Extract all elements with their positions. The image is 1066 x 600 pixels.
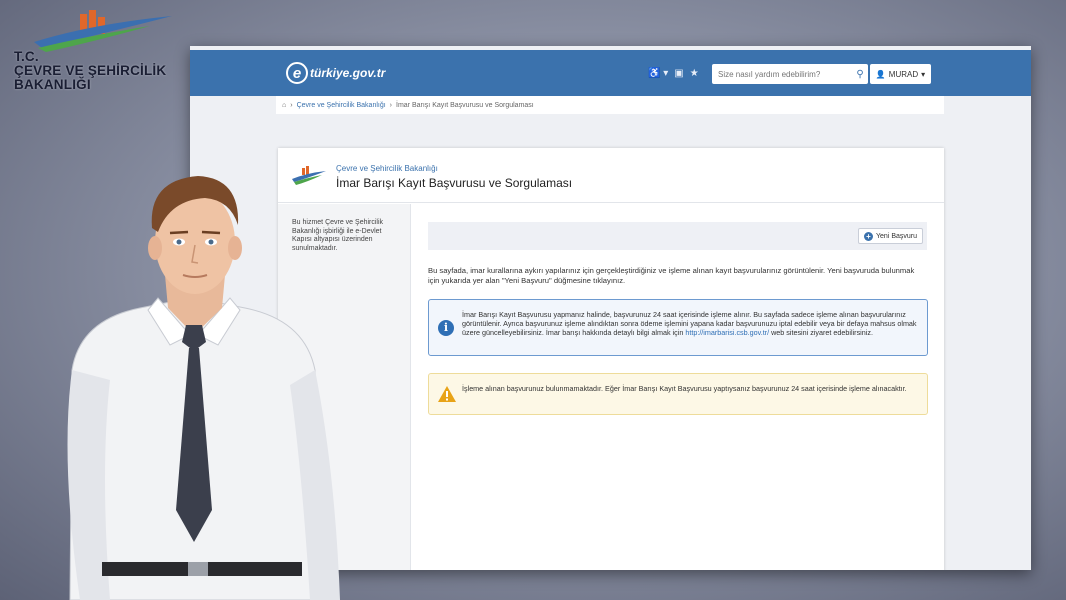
intro-text: Bu sayfada, imar kurallarına aykırı yapı…	[428, 266, 915, 285]
warning-alert: İşleme alınan başvurunuz bulunmamaktadır…	[428, 373, 928, 415]
ministry-line-1: T.C.	[14, 49, 39, 64]
presenter-avatar	[67, 176, 340, 600]
info-icon: i	[438, 320, 454, 336]
search-input[interactable]	[712, 69, 852, 79]
warning-text: İşleme alınan başvurunuz bulunmamaktadır…	[462, 384, 907, 393]
info-suffix: web sitesini ziyaret edebilirsiniz.	[769, 328, 873, 337]
id-card-icon[interactable]: ▣	[674, 68, 683, 79]
new-application-label: Yeni Başvuru	[876, 232, 917, 240]
search-icon[interactable]: ⚲	[852, 69, 868, 80]
user-name: MURAD	[888, 69, 919, 79]
new-application-button[interactable]: + Yeni Başvuru	[858, 228, 923, 244]
ministry-emblem-icon	[34, 10, 172, 52]
user-icon: 👤	[875, 69, 886, 79]
action-toolbar: + Yeni Başvuru	[428, 222, 927, 250]
home-icon[interactable]: ⌂	[282, 102, 286, 109]
portal-logo-text: türkiye.gov.tr	[310, 66, 386, 80]
ministry-logo: T.C. ÇEVRE VE ŞEHİRCİLİK BAKANLIĞI	[12, 8, 182, 98]
star-icon[interactable]: ★	[690, 68, 699, 79]
portal-logo[interactable]: e türkiye.gov.tr	[286, 62, 385, 84]
breadcrumb: ⌂ › Çevre ve Şehircilik Bakanlığı › İmar…	[276, 96, 944, 114]
breadcrumb-separator-icon: ›	[389, 101, 393, 109]
chevron-down-icon: ▾	[921, 69, 926, 79]
info-alert: i İmar Barışı Kayıt Başvurusu yapmanız h…	[428, 299, 928, 356]
ministry-line-2: ÇEVRE VE ŞEHİRCİLİK	[14, 63, 167, 78]
info-link[interactable]: http://imarbarisi.csb.gov.tr/	[685, 328, 769, 337]
breadcrumb-separator-icon: ›	[290, 101, 293, 109]
breadcrumb-item-ministry[interactable]: Çevre ve Şehircilik Bakanlığı	[297, 102, 386, 109]
search-box: ⚲	[712, 64, 868, 84]
header-tools: ♿ ▾ ▣ ★	[648, 68, 699, 79]
accessibility-icon[interactable]: ♿ ▾	[648, 68, 668, 79]
portal-header: e türkiye.gov.tr ♿ ▾ ▣ ★ ⚲ 👤 MURAD ▾	[190, 50, 1031, 96]
user-menu-button[interactable]: 👤 MURAD ▾	[870, 64, 931, 84]
warning-icon	[438, 386, 456, 402]
breadcrumb-item-current: İmar Barışı Kayıt Başvurusu ve Sorgulama…	[396, 101, 534, 109]
edevlet-logo-icon: e	[286, 62, 308, 84]
plus-icon: +	[864, 231, 873, 241]
ministry-line-3: BAKANLIĞI	[14, 77, 91, 92]
